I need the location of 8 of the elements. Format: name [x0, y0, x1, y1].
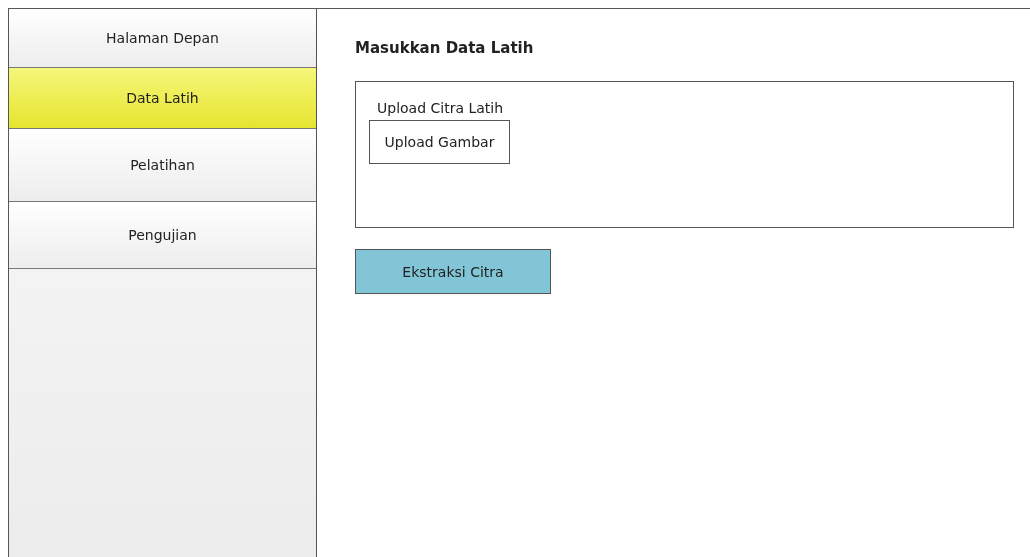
upload-label: Upload Citra Latih	[377, 100, 505, 116]
nav-item[interactable]: Pengujian	[9, 202, 316, 269]
nav-item[interactable]: Halaman Depan	[9, 9, 316, 68]
page-title: Masukkan Data Latih	[355, 39, 534, 57]
nav-item[interactable]: Pelatihan	[9, 129, 316, 202]
extract-button[interactable]: Ekstraksi Citra	[355, 249, 551, 294]
nav-item[interactable]: Data Latih	[9, 68, 316, 129]
upload-button[interactable]: Upload Gambar	[369, 120, 510, 164]
